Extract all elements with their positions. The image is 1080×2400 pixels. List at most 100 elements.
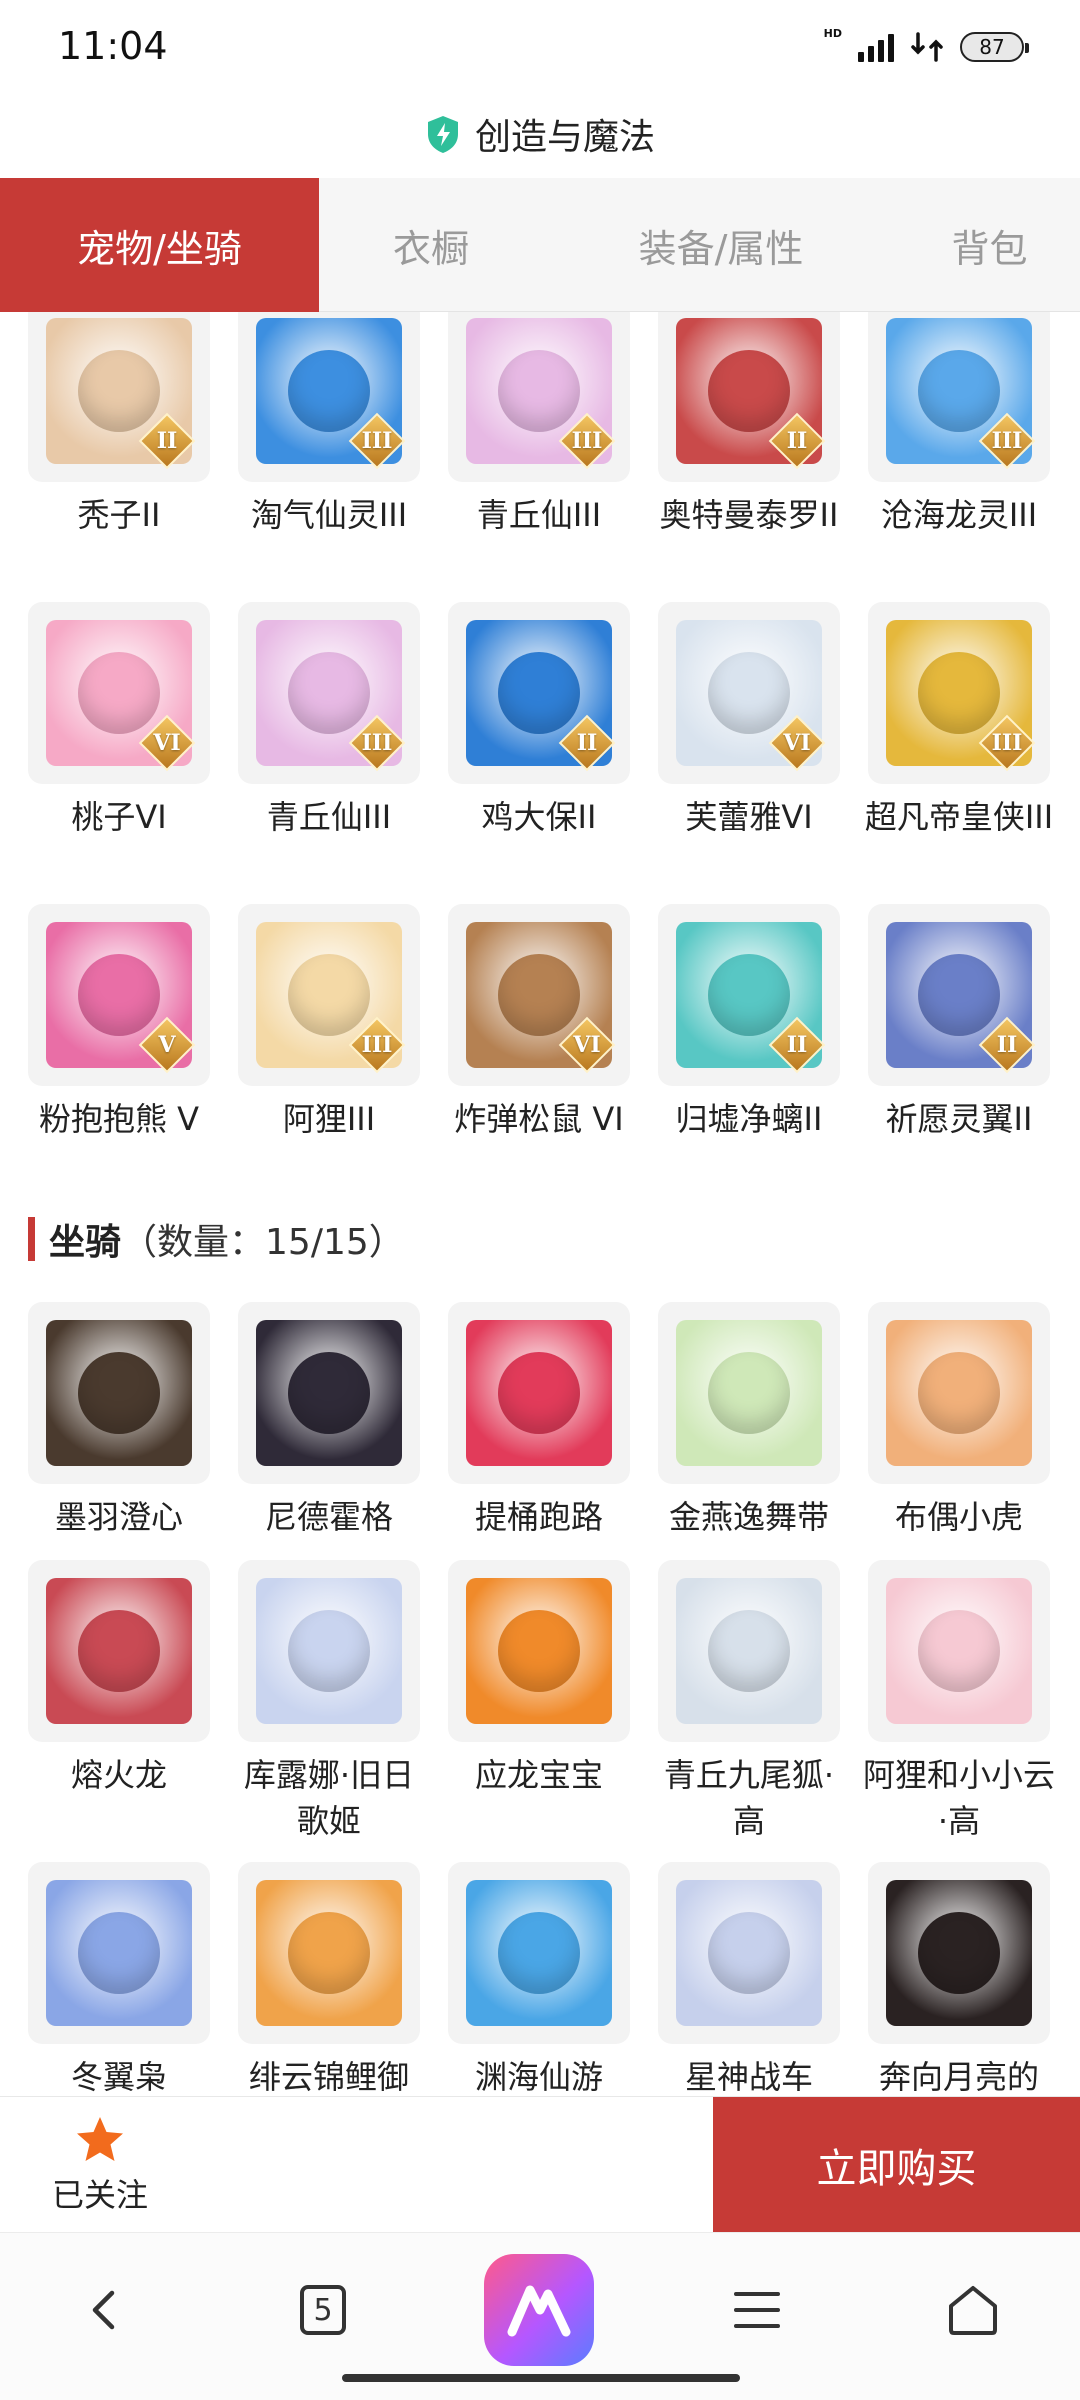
mount-card[interactable]: 熔火龙 (28, 1560, 210, 1862)
item-name: 粉抱抱熊 V (38, 1100, 200, 1138)
status-icons: HD 87 (823, 26, 1029, 64)
home-icon (949, 2286, 997, 2335)
rank-badge-label: III (991, 730, 1023, 756)
rank-badge: V (138, 1016, 196, 1074)
item-name: 奔向月亮的 (878, 2058, 1039, 2096)
mount-card[interactable]: 绯云锦鲤御 (238, 1862, 420, 2096)
rank-badge: II (558, 714, 616, 772)
item-thumbnail: V (28, 904, 210, 1086)
back-button[interactable] (50, 2255, 160, 2365)
item-thumbnail (658, 1302, 840, 1484)
menu-icon (734, 2292, 780, 2328)
mount-card[interactable]: 库露娜·旧日歌姬 (238, 1560, 420, 1862)
mount-card[interactable]: 墨羽澄心 (28, 1302, 210, 1560)
mount-card[interactable]: 青丘九尾狐·高 (658, 1560, 840, 1862)
item-name: 超凡帝皇侠III (864, 798, 1054, 836)
pet-card[interactable]: II 秃子II (28, 312, 210, 602)
pet-card[interactable]: II 鸡大保II (448, 602, 630, 904)
pet-card[interactable]: VI 芙蕾雅VI (658, 602, 840, 904)
mount-card[interactable]: 渊海仙游 (448, 1862, 630, 2096)
rank-badge-label: III (361, 730, 393, 756)
pet-card[interactable]: V 粉抱抱熊 V (28, 904, 210, 1206)
shield-lightning-icon (427, 116, 458, 153)
item-thumbnail (448, 1862, 630, 2044)
mount-card[interactable]: 布偶小虎 (868, 1302, 1050, 1560)
ai-logo-icon (484, 2254, 594, 2366)
item-name: 炸弹松鼠 VI (454, 1100, 624, 1138)
item-name: 墨羽澄心 (54, 1498, 183, 1536)
pet-card[interactable]: II 奥特曼泰罗II (658, 312, 840, 602)
rank-badge: II (978, 1016, 1036, 1074)
pet-card[interactable]: II 祈愿灵翼II (868, 904, 1050, 1206)
data-transfer-icon (911, 32, 943, 62)
pet-card[interactable]: III 淘气仙灵III (238, 312, 420, 602)
rank-badge: II (768, 412, 826, 470)
rank-badge-label: II (156, 428, 178, 454)
pet-card[interactable]: II 归墟净螭II (658, 904, 840, 1206)
item-thumbnail: III (238, 904, 420, 1086)
tab-wardrobe[interactable]: 衣橱 (319, 178, 543, 312)
follow-label: 已关注 (51, 2176, 148, 2214)
item-thumbnail (658, 1560, 840, 1742)
mount-card[interactable]: 金燕逸舞带 (658, 1302, 840, 1560)
pets-grid: II 秃子II III 淘气仙灵III III 青丘仙III II 奥特曼泰罗II III 沧海龙… (28, 312, 1053, 1206)
mount-owl-icon (46, 1880, 192, 2026)
item-name: 库露娜·旧日歌姬 (243, 1756, 415, 1840)
item-name: 芙蕾雅VI (685, 798, 813, 836)
pet-card[interactable]: III 沧海龙灵III (868, 312, 1050, 602)
item-thumbnail: II (868, 904, 1050, 1086)
tab-backpack[interactable]: 背包 (899, 178, 1080, 312)
item-name: 青丘仙III (476, 496, 602, 534)
tabs-button[interactable]: 5 (268, 2255, 378, 2365)
mount-card[interactable]: 冬翼枭 (28, 1862, 210, 2096)
mount-sea-fairy-icon (466, 1880, 612, 2026)
mount-card[interactable]: 阿狸和小小云·高 (863, 1560, 1055, 1862)
mount-pig-icon (886, 1880, 1032, 2026)
rank-badge-label: III (361, 1032, 393, 1058)
menu-button[interactable] (702, 2255, 812, 2365)
rank-badge: III (978, 714, 1036, 772)
item-thumbnail (448, 1560, 630, 1742)
mount-nine-tail-fox-icon (676, 1578, 822, 1724)
rank-badge: VI (138, 714, 196, 772)
mount-koi-icon (256, 1880, 402, 2026)
pet-card[interactable]: III 青丘仙III (448, 312, 630, 602)
mount-card[interactable]: 奔向月亮的 (868, 1862, 1050, 2096)
title-bar: 创造与魔法 (0, 90, 1080, 178)
rank-badge: III (978, 412, 1036, 470)
item-name: 应龙宝宝 (474, 1756, 603, 1794)
mount-baby-dragon-icon (466, 1578, 612, 1724)
star-icon (77, 2117, 123, 2161)
item-name: 冬翼枭 (70, 2058, 167, 2096)
follow-button[interactable]: 已关注 (30, 2097, 170, 2233)
rank-badge: VI (768, 714, 826, 772)
rank-badge-label: II (576, 730, 598, 756)
content-scroll-area[interactable]: II 秃子II III 淘气仙灵III III 青丘仙III II 奥特曼泰罗II III 沧海龙… (0, 312, 1080, 2096)
home-button[interactable] (918, 2255, 1028, 2365)
tab-pets-mounts[interactable]: 宠物/坐骑 (0, 178, 319, 312)
rank-badge: II (768, 1016, 826, 1074)
item-name: 金燕逸舞带 (668, 1498, 829, 1536)
mount-card[interactable]: 应龙宝宝 (448, 1560, 630, 1862)
mount-star-horse-icon (676, 1880, 822, 2026)
pet-card[interactable]: VI 桃子VI (28, 602, 210, 904)
tab-equipment[interactable]: 装备/属性 (543, 178, 899, 312)
mount-card[interactable]: 提桶跑路 (448, 1302, 630, 1560)
buy-now-button[interactable]: 立即购买 (713, 2097, 1080, 2233)
rank-badge-label: III (571, 428, 603, 454)
rank-badge-label: VI (783, 730, 811, 756)
item-thumbnail (28, 1862, 210, 2044)
pet-card[interactable]: III 青丘仙III (238, 602, 420, 904)
pet-card[interactable]: III 阿狸III (238, 904, 420, 1206)
pet-card[interactable]: III 超凡帝皇侠III (865, 602, 1053, 904)
item-name: 鸡大保II (481, 798, 597, 836)
mount-card[interactable]: 星神战车 (658, 1862, 840, 2096)
pet-card[interactable]: VI 炸弹松鼠 VI (448, 904, 630, 1206)
status-time: 11:04 (58, 24, 168, 68)
mount-singer-icon (256, 1578, 402, 1724)
mount-card[interactable]: 尼德霍格 (238, 1302, 420, 1560)
hd-indicator: HD (823, 26, 842, 40)
item-thumbnail: II (448, 602, 630, 784)
item-name: 祈愿灵翼II (885, 1100, 1033, 1138)
ai-assistant-button[interactable] (484, 2254, 594, 2366)
